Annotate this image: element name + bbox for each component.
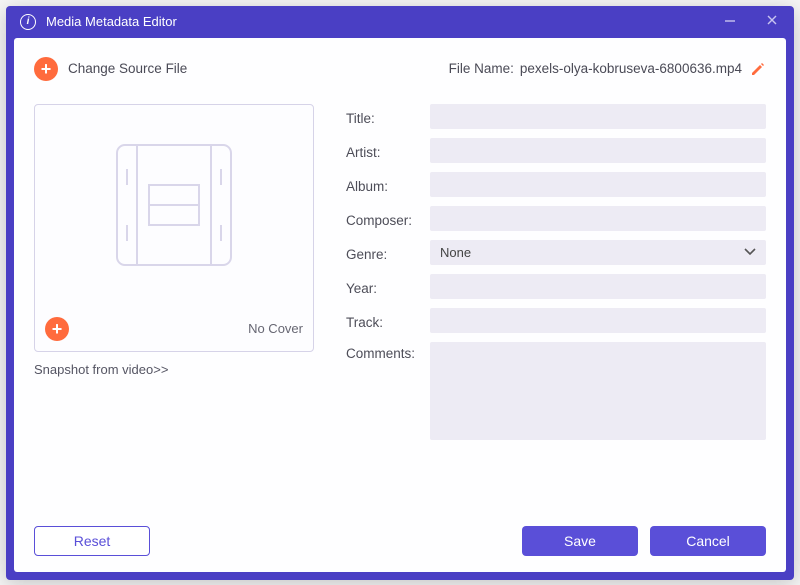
no-cover-label: No Cover [248, 321, 303, 336]
cover-footer: + No Cover [45, 317, 303, 341]
track-input[interactable] [430, 308, 766, 333]
album-label: Album: [346, 175, 430, 194]
close-button[interactable] [758, 13, 786, 30]
composer-input[interactable] [430, 206, 766, 231]
window-controls [716, 13, 786, 30]
titlebar: i Media Metadata Editor [6, 6, 794, 38]
save-button[interactable]: Save [522, 526, 638, 556]
cancel-button[interactable]: Cancel [650, 526, 766, 556]
comments-input[interactable] [430, 342, 766, 440]
window-title: Media Metadata Editor [46, 14, 716, 29]
title-input[interactable] [430, 104, 766, 129]
genre-row: Genre: None [346, 240, 766, 265]
cover-column: + No Cover Snapshot from video>> [34, 104, 314, 516]
add-cover-plus-icon[interactable]: + [45, 317, 69, 341]
edit-file-name-icon[interactable] [750, 61, 766, 77]
app-window: i Media Metadata Editor + Change Source … [6, 6, 794, 580]
info-icon: i [20, 14, 36, 30]
artist-label: Artist: [346, 141, 430, 160]
snapshot-from-video-link[interactable]: Snapshot from video>> [34, 362, 314, 377]
track-row: Track: [346, 308, 766, 333]
track-label: Track: [346, 311, 430, 330]
cover-art-box: + No Cover [34, 104, 314, 352]
genre-select[interactable]: None [430, 240, 766, 265]
genre-selected-value: None [440, 245, 471, 260]
year-label: Year: [346, 277, 430, 296]
minimize-button[interactable] [716, 13, 744, 30]
year-input[interactable] [430, 274, 766, 299]
change-source-plus-icon[interactable]: + [34, 57, 58, 81]
main-area: + No Cover Snapshot from video>> Title: … [34, 104, 766, 516]
genre-label: Genre: [346, 243, 430, 262]
composer-label: Composer: [346, 209, 430, 228]
year-row: Year: [346, 274, 766, 299]
change-source-label[interactable]: Change Source File [68, 61, 187, 76]
title-label: Title: [346, 107, 430, 126]
fields-column: Title: Artist: Album: Composer: Genre: [346, 104, 766, 516]
chevron-down-icon [744, 248, 756, 256]
comments-label: Comments: [346, 342, 430, 361]
comments-row: Comments: [346, 342, 766, 440]
artist-input[interactable] [430, 138, 766, 163]
album-row: Album: [346, 172, 766, 197]
source-row: + Change Source File File Name: pexels-o… [34, 52, 766, 86]
cover-placeholder-icon [97, 135, 251, 275]
reset-button[interactable]: Reset [34, 526, 150, 556]
content-area: + Change Source File File Name: pexels-o… [14, 38, 786, 572]
button-row: Reset Save Cancel [34, 526, 766, 556]
artist-row: Artist: [346, 138, 766, 163]
file-name-value: pexels-olya-kobruseva-6800636.mp4 [520, 61, 742, 76]
file-name-label: File Name: [449, 61, 514, 76]
album-input[interactable] [430, 172, 766, 197]
title-row: Title: [346, 104, 766, 129]
composer-row: Composer: [346, 206, 766, 231]
